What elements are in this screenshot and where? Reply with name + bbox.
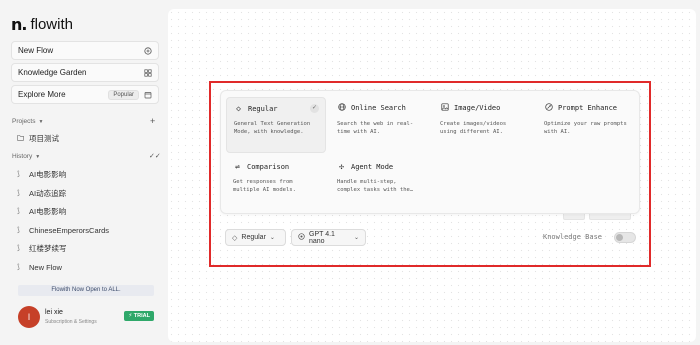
- knowledge-garden-label: Knowledge Garden: [18, 68, 87, 77]
- knowledge-garden-button[interactable]: Knowledge Garden: [11, 63, 159, 82]
- mode-select-label: Regular: [241, 234, 266, 241]
- projects-header[interactable]: Projects ▼: [12, 118, 43, 125]
- mode-description: Handle multi-step, complex tasks with th…: [337, 179, 414, 193]
- bolt-icon: ⚡: [128, 313, 133, 319]
- project-item[interactable]: 项目测试: [17, 132, 59, 144]
- history-item[interactable]: ⟆ New Flow: [17, 261, 62, 273]
- projects-label: Projects: [12, 118, 36, 125]
- mode-title: Online Search: [351, 104, 406, 112]
- check-all-icon[interactable]: ✓✓: [149, 152, 161, 160]
- flow-icon: ⟆: [17, 227, 20, 234]
- trial-badge[interactable]: ⚡ TRIAL: [124, 311, 154, 321]
- diamond-icon: ◇: [232, 234, 238, 242]
- brand-logo[interactable]: n. flowith: [11, 14, 73, 34]
- mode-select[interactable]: ◇ Regular ⌄: [225, 229, 286, 246]
- mode-description: Get responses from multiple AI models.: [233, 179, 296, 193]
- mode-regular[interactable]: ◇ Regular General Text Generation Mode, …: [226, 97, 326, 153]
- grid-icon: [144, 68, 152, 77]
- chevron-down-icon: ⌄: [353, 235, 359, 241]
- history-item[interactable]: ⟆ AI动态追踪: [17, 187, 66, 199]
- calendar-icon: [144, 91, 152, 99]
- mode-title: Agent Mode: [351, 162, 394, 171]
- history-item[interactable]: ⟆ ChineseEmperorsCards: [17, 224, 109, 236]
- mode-online-search[interactable]: Online Search Search the web in real-tim…: [330, 97, 430, 153]
- history-item[interactable]: ⟆ 红楼梦续写: [17, 242, 67, 254]
- mode-title: Image/Video: [454, 104, 501, 112]
- flow-icon: ⟆: [17, 264, 20, 271]
- user-profile[interactable]: l lei xie Subscription & Settings ⚡ TRIA…: [18, 306, 156, 328]
- add-project-icon[interactable]: +: [150, 116, 155, 126]
- mode-prompt-enhance[interactable]: Prompt Enhance Optimize your raw prompts…: [537, 97, 637, 153]
- sidebar: n. flowith New Flow Knowledge Garden Exp…: [0, 0, 167, 345]
- user-name: lei xie: [45, 309, 63, 316]
- image-icon: [440, 103, 449, 113]
- history-item-label: 红楼梦续写: [29, 243, 67, 253]
- mode-title: Comparison: [247, 162, 290, 171]
- globe-icon: [337, 103, 346, 113]
- explore-more-button[interactable]: Explore More Popular: [11, 85, 159, 104]
- flow-icon: ⟆: [17, 171, 20, 178]
- new-flow-button[interactable]: New Flow: [11, 41, 159, 60]
- announcement-banner[interactable]: Flowith Now Open to ALL.: [18, 285, 154, 296]
- flow-icon: ⟆: [17, 245, 20, 252]
- folder-icon: [17, 134, 24, 143]
- history-item[interactable]: ⟆ AI电影影响: [17, 168, 66, 180]
- flow-icon: ⟆: [17, 208, 20, 215]
- history-label: History: [12, 153, 33, 160]
- user-subtitle: Subscription & Settings: [45, 319, 97, 325]
- sparkle-icon: [544, 103, 553, 113]
- chevron-down-icon: ⌄: [269, 235, 275, 241]
- history-item[interactable]: ⟆ AI电影影响: [17, 205, 66, 217]
- mode-title: Prompt Enhance: [558, 104, 618, 112]
- logo-mark-icon: n.: [11, 14, 28, 34]
- history-item-label: AI动态追踪: [29, 188, 67, 198]
- model-icon: [298, 233, 305, 242]
- toggle-knob: [616, 234, 623, 241]
- mode-agent[interactable]: ✣ Agent Mode Handle multi-step, complex …: [330, 156, 430, 212]
- input-toolbar: ◇ Regular ⌄ GPT 4.1 nano ⌄ Knowledge Bas…: [225, 229, 638, 247]
- flow-icon: ⟆: [17, 190, 20, 197]
- history-header[interactable]: History ▼: [12, 153, 40, 160]
- mode-description: Create images/videos using different AI.: [440, 121, 507, 135]
- mode-image-video[interactable]: Image/Video Create images/videos using d…: [433, 97, 533, 153]
- new-flow-label: New Flow: [18, 46, 54, 55]
- project-item-label: 项目测试: [29, 133, 59, 143]
- history-item-label: ChineseEmperorsCards: [29, 225, 110, 235]
- knowledge-base-toggle[interactable]: [614, 232, 636, 243]
- history-item-label: AI电影影响: [29, 169, 67, 179]
- history-item-label: New Flow: [29, 262, 62, 272]
- check-icon: ✓: [310, 104, 319, 113]
- brand-name: flowith: [30, 15, 73, 33]
- knowledge-base-label: Knowledge Base: [543, 233, 603, 241]
- agent-icon: ✣: [339, 162, 344, 171]
- trial-label: TRIAL: [133, 313, 150, 319]
- chevron-down-icon: ▼: [38, 118, 44, 125]
- popular-badge: Popular: [108, 89, 139, 100]
- diamond-icon: ◇: [236, 104, 241, 113]
- history-item-label: AI电影影响: [29, 206, 67, 216]
- avatar[interactable]: l: [18, 306, 40, 328]
- mode-title: Regular: [248, 104, 278, 113]
- model-select[interactable]: GPT 4.1 nano ⌄: [291, 229, 366, 246]
- compare-icon: ⇌: [235, 162, 240, 171]
- chat-bubble-icon: [144, 46, 152, 55]
- mode-selector-panel: ◇ Regular General Text Generation Mode, …: [220, 90, 640, 214]
- mode-description: General Text Generation Mode, with knowl…: [234, 121, 311, 135]
- model-select-label: GPT 4.1 nano: [309, 230, 335, 245]
- explore-more-label: Explore More: [18, 90, 66, 99]
- mode-comparison[interactable]: ⇌ Comparison Get responses from multiple…: [226, 156, 326, 212]
- mode-description: Search the web in real-time with AI.: [337, 121, 414, 135]
- mode-description: Optimize your raw prompts with AI.: [544, 121, 627, 135]
- chevron-down-icon: ▼: [35, 153, 41, 160]
